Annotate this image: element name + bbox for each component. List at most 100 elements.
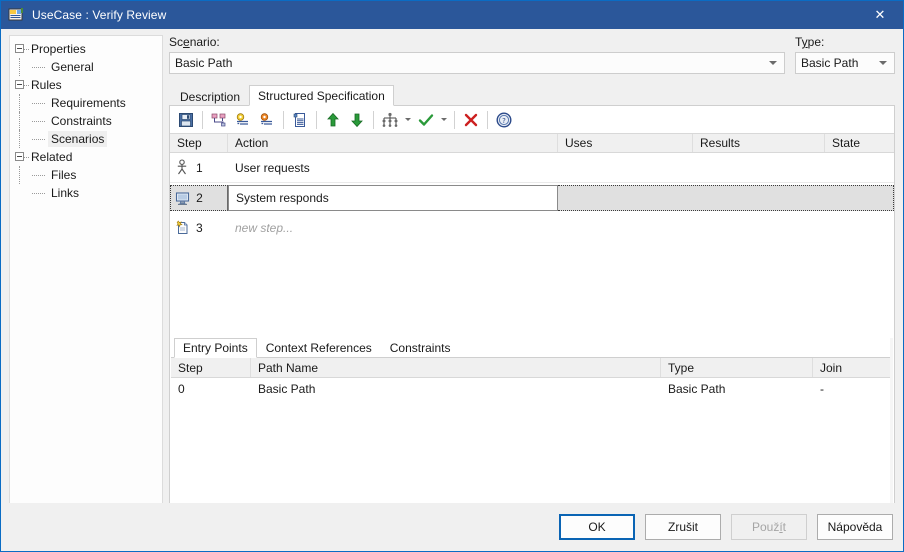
close-icon[interactable]: ✕ (857, 1, 903, 29)
scenario-field-group: Scenario: Basic Path (169, 35, 785, 74)
type-label: Type: (795, 35, 825, 49)
table-row[interactable]: 0 Basic Path Basic Path - (171, 378, 893, 400)
column-header-path-name[interactable]: Path Name (251, 358, 661, 377)
delete-icon[interactable] (459, 108, 483, 131)
tree-connector (24, 49, 29, 50)
entry-points-grid-header: Step Path Name Type Join (171, 358, 893, 378)
tree-connector (32, 121, 45, 122)
sidebar-item-general[interactable]: General (10, 58, 162, 76)
column-header-uses[interactable]: Uses (558, 134, 693, 152)
expander-icon[interactable] (15, 80, 24, 89)
tree-connector (24, 157, 29, 158)
vertical-scrollbar[interactable] (890, 338, 893, 524)
column-header-join[interactable]: Join (813, 358, 893, 377)
chevron-down-icon[interactable] (879, 61, 887, 65)
column-header-step[interactable]: Step (170, 134, 228, 152)
tree-connector (32, 175, 45, 176)
new-step-placeholder[interactable]: new step... (228, 221, 558, 235)
actor-icon (170, 158, 194, 177)
step-action[interactable]: User requests (228, 161, 558, 175)
sidebar-item-files[interactable]: Files (10, 166, 162, 184)
tree-connector (32, 139, 45, 140)
table-row[interactable]: 1 User requests (170, 153, 894, 183)
structure-dropdown[interactable] (402, 108, 414, 131)
step-number: 3 (196, 221, 203, 235)
save-icon[interactable] (174, 108, 198, 131)
cancel-button[interactable]: Zrušit (645, 514, 721, 540)
tab-constraints[interactable]: Constraints (381, 339, 460, 357)
tab-structured-specification[interactable]: Structured Specification (249, 85, 394, 106)
apply-button: Použ í t (731, 514, 807, 540)
sidebar-item-label: Rules (31, 78, 62, 92)
step-number: 2 (196, 191, 203, 205)
structure-tree-icon[interactable] (378, 108, 402, 131)
table-row[interactable]: 2 System responds (170, 183, 894, 213)
dialog-body: Properties General Rules Requirements Co (1, 29, 903, 551)
validate-dropdown[interactable] (438, 108, 450, 131)
column-header-step[interactable]: Step (171, 358, 251, 377)
scenario-combobox[interactable]: Basic Path (169, 52, 785, 74)
entry-step: 0 (178, 382, 185, 396)
entry-path-name: Basic Path (258, 382, 316, 396)
steps-toolbar: ? (170, 106, 894, 133)
sidebar-item-related[interactable]: Related (10, 148, 162, 166)
column-header-results[interactable]: Results (693, 134, 825, 152)
navigation-tree[interactable]: Properties General Rules Requirements Co (9, 35, 163, 531)
move-up-icon[interactable] (321, 108, 345, 131)
toolbar-separator (283, 110, 284, 129)
column-header-state[interactable]: State (825, 134, 890, 152)
edit-link-icon[interactable] (255, 108, 279, 131)
tree-connector (19, 94, 20, 112)
sidebar-item-links[interactable]: Links (10, 184, 162, 202)
table-row[interactable]: 3 new step... (170, 213, 894, 243)
scenario-label: Scenario: (169, 35, 220, 49)
step-number: 1 (196, 160, 203, 175)
sidebar-item-properties[interactable]: Properties (10, 40, 162, 58)
expander-icon[interactable] (15, 152, 24, 161)
bottom-tab-bar: Entry Points Context References Constrai… (171, 338, 893, 358)
steps-grid-header: Step Action Uses Results State (170, 133, 894, 153)
help-icon[interactable]: ? (492, 108, 516, 131)
move-down-icon[interactable] (345, 108, 369, 131)
toolbar-separator (202, 110, 203, 129)
sidebar-item-scenarios[interactable]: Scenarios (10, 130, 162, 148)
system-icon (171, 191, 194, 206)
type-field-group: Type: Basic Path (795, 35, 895, 74)
tab-description[interactable]: Description (171, 87, 249, 106)
help-button[interactable]: Nápověda (817, 514, 893, 540)
expander-icon[interactable] (15, 44, 24, 53)
structured-specification-panel: ? Step Action Uses Results State 1 User … (169, 105, 895, 526)
sidebar-item-constraints[interactable]: Constraints (10, 112, 162, 130)
sidebar-item-label: General (51, 60, 94, 74)
ok-button[interactable]: OK (559, 514, 635, 540)
chevron-down-icon[interactable] (769, 61, 777, 65)
sidebar-item-label: Related (31, 150, 73, 164)
type-value: Basic Path (801, 56, 859, 70)
toolbar-separator (373, 110, 374, 129)
list-details-icon[interactable] (288, 108, 312, 131)
validate-check-icon[interactable] (414, 108, 438, 131)
add-link-icon[interactable] (231, 108, 255, 131)
toolbar-separator (316, 110, 317, 129)
sidebar-item-rules[interactable]: Rules (10, 76, 162, 94)
new-step-icon (170, 220, 194, 236)
tree-connector (19, 130, 20, 148)
split-step-icon[interactable] (207, 108, 231, 131)
sidebar-item-label: Requirements (51, 96, 126, 110)
step-action-editor[interactable]: System responds (228, 185, 558, 211)
sidebar-item-requirements[interactable]: Requirements (10, 94, 162, 112)
svg-text:?: ? (502, 117, 506, 125)
usecase-document-icon (8, 7, 24, 23)
sidebar-item-label: Scenarios (48, 131, 108, 147)
column-header-type[interactable]: Type (661, 358, 813, 377)
usecase-dialog-window: UseCase : Verify Review ✕ Properties Gen… (0, 0, 904, 552)
toolbar-separator (454, 110, 455, 129)
tab-entry-points[interactable]: Entry Points (174, 338, 257, 358)
column-header-action[interactable]: Action (228, 134, 558, 152)
sidebar-item-label: Properties (31, 42, 86, 56)
type-combobox[interactable]: Basic Path (795, 52, 895, 74)
sidebar-item-label: Constraints (51, 114, 112, 128)
toolbar-separator (487, 110, 488, 129)
tab-context-references[interactable]: Context References (257, 339, 381, 357)
selected-row-remainder[interactable] (558, 185, 894, 211)
